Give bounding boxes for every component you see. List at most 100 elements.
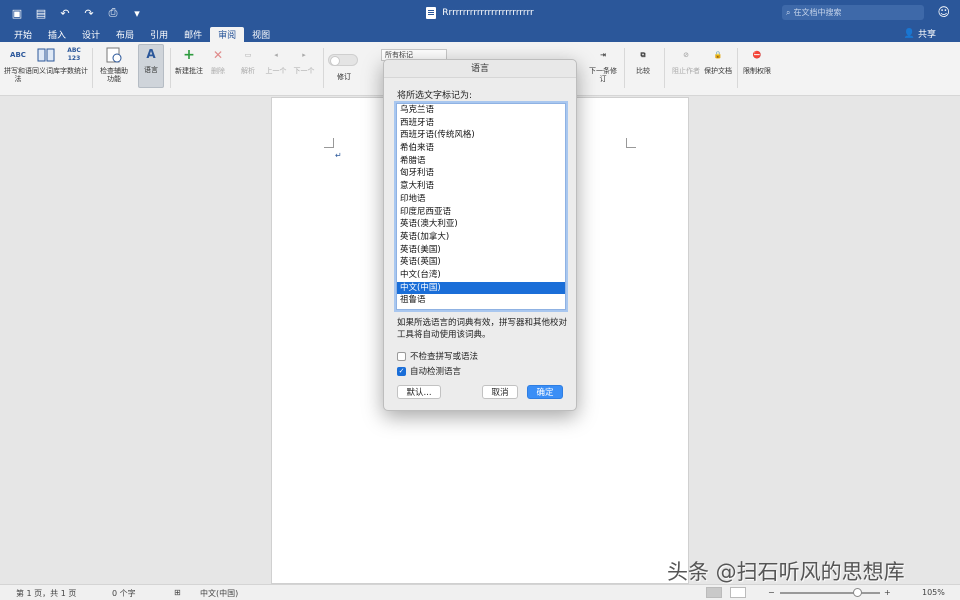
ribbon-tabs: 开始 插入 设计 布局 引用 邮件 审阅 视图 👤 共享	[0, 26, 960, 42]
thesaurus-label: 同义词库	[32, 67, 60, 75]
tab-view[interactable]: 视图	[244, 27, 278, 42]
checkbox-box[interactable]	[397, 351, 406, 361]
language-icon: A	[146, 47, 156, 61]
spelling-grammar-button[interactable]: ABC 拼写和语法	[3, 46, 33, 83]
next-comment-button[interactable]: ▸ 下一个	[289, 46, 319, 75]
zoom-out-icon[interactable]: −	[768, 588, 775, 597]
language-list-item[interactable]: 祖鲁语	[397, 294, 565, 307]
save-icon[interactable]: ▤	[34, 6, 48, 20]
delete-label: 删除	[211, 67, 225, 75]
tab-references[interactable]: 引用	[142, 27, 176, 42]
language-list-item[interactable]: 西班牙语	[397, 117, 565, 130]
spelling-icon: ABC	[10, 51, 26, 59]
tab-home[interactable]: 开始	[6, 27, 40, 42]
search-input[interactable]	[793, 8, 904, 17]
word-count-button[interactable]: ABC 123 字数统计	[59, 46, 89, 75]
ribbon-divider	[170, 48, 171, 88]
status-language[interactable]: 中文(中国)	[200, 588, 238, 599]
search-box[interactable]: ⌕	[782, 5, 924, 20]
language-list-item[interactable]: 印度尼西亚语	[397, 206, 565, 219]
next-change-icon: ⇥	[600, 51, 606, 59]
delete-icon: ✕	[212, 48, 224, 62]
zoom-slider-knob[interactable]	[853, 588, 862, 597]
zoom-level[interactable]: 105%	[922, 588, 945, 597]
language-list-item[interactable]: 印地语	[397, 193, 565, 206]
thesaurus-button[interactable]: 同义词库	[31, 46, 61, 75]
share-button[interactable]: 👤 共享	[904, 27, 936, 41]
previous-label: 上一个	[265, 67, 287, 75]
track-changes-toggle[interactable]	[328, 54, 358, 66]
language-list-item[interactable]: 匈牙利语	[397, 167, 565, 180]
resolve-button[interactable]: ▭ 解析	[233, 46, 263, 75]
language-listbox[interactable]: 乌克兰语 西班牙语 西班牙语(传统风格) 希伯来语 希腊语 匈牙利语 意大利语 印地语 印度尼西…	[396, 103, 566, 310]
customize-toolbar-icon[interactable]: ▾	[130, 6, 144, 20]
word-count-icon: ABC 123	[67, 47, 81, 62]
delete-comment-button[interactable]: ✕ 删除	[203, 46, 233, 75]
feedback-smiley-icon[interactable]: ☺	[937, 5, 950, 19]
language-list-item[interactable]: 中文(中国)	[397, 281, 565, 295]
restrict-permission-button[interactable]: ⛔ 限制权限	[741, 46, 773, 75]
zoom-slider[interactable]	[780, 592, 880, 594]
watermark-text: 头条 @扫石听风的思想库	[667, 560, 905, 584]
print-icon[interactable]: ⎙	[106, 6, 120, 20]
checkbox-box[interactable]: ✓	[397, 366, 406, 376]
previous-comment-button[interactable]: ◂ 上一个	[261, 46, 291, 75]
page-count[interactable]: 第 1 页，共 1 页	[16, 588, 76, 599]
ok-button[interactable]: 确定	[527, 385, 563, 399]
restrict-icon: ⛔	[752, 51, 762, 59]
undo-icon[interactable]: ↶	[58, 6, 72, 20]
block-authors-button[interactable]: ⊘ 阻止作者	[669, 46, 703, 75]
language-list-item[interactable]: 英语(澳大利亚)	[397, 218, 565, 231]
word-count[interactable]: 0 个字	[112, 588, 136, 599]
tab-review[interactable]: 审阅	[210, 27, 245, 42]
status-bar: 第 1 页，共 1 页 0 个字 ⊞ 中文(中国) − + 105%	[0, 584, 960, 600]
ribbon-divider	[664, 48, 665, 88]
dialog-label: 将所选文字标记为:	[397, 91, 473, 101]
language-list-item[interactable]: 意大利语	[397, 180, 565, 193]
language-list-item[interactable]: 西班牙语(传统风格)	[397, 129, 565, 142]
resolve-icon: ▭	[244, 51, 252, 59]
web-layout-view-button[interactable]	[730, 587, 746, 598]
language-list-item[interactable]: 英语(英国)	[397, 256, 565, 269]
redo-icon[interactable]: ↷	[82, 6, 96, 20]
no-spell-check-checkbox[interactable]: 不检查拼写或语法	[397, 350, 478, 362]
language-list-item[interactable]: 乌克兰语	[397, 104, 565, 117]
next-change-label: 下一条修订	[589, 67, 617, 83]
accessibility-icon	[104, 46, 124, 64]
ribbon-divider	[92, 48, 93, 88]
dialog-title: 语言	[384, 60, 576, 78]
sidebar-icon[interactable]: ▣	[10, 6, 24, 20]
resolve-label: 解析	[241, 67, 255, 75]
title-bar: ▣ ▤ ↶ ↷ ⎙ ▾ Rrrrrrrrrrrrrrrrrrrrrrrrr ⌕ …	[0, 0, 960, 26]
language-list-item[interactable]: 英语(美国)	[397, 244, 565, 257]
restrict-label: 限制权限	[743, 67, 771, 75]
tab-mailings[interactable]: 邮件	[176, 27, 210, 42]
zoom-in-icon[interactable]: +	[884, 588, 891, 597]
accessibility-button[interactable]: 检查辅助功能	[97, 46, 131, 83]
language-list-item[interactable]: 中文(台湾)	[397, 269, 565, 282]
proofing-icon[interactable]: ⊞	[174, 588, 181, 597]
tab-layout[interactable]: 布局	[108, 27, 142, 42]
word-doc-icon	[426, 7, 437, 19]
next-change-button[interactable]: ⇥ 下一条修订	[588, 46, 618, 83]
language-list-item[interactable]: 英语(加拿大)	[397, 231, 565, 244]
new-comment-button[interactable]: + 新建批注	[174, 46, 204, 75]
protect-document-button[interactable]: 🔒 保护文档	[703, 46, 733, 75]
language-list-item[interactable]: 希腊语	[397, 155, 565, 168]
language-button[interactable]: A 语言	[138, 44, 164, 88]
book-icon	[36, 46, 56, 64]
cancel-button[interactable]: 取消	[482, 385, 518, 399]
tab-design[interactable]: 设计	[74, 27, 108, 42]
block-authors-label: 阻止作者	[672, 67, 700, 75]
tab-insert[interactable]: 插入	[40, 27, 74, 42]
language-list-item[interactable]: 希伯来语	[397, 142, 565, 155]
paragraph-mark-icon: ↵	[335, 151, 342, 160]
print-layout-view-button[interactable]	[706, 587, 722, 598]
previous-icon: ◂	[274, 51, 278, 59]
share-label: 共享	[917, 30, 936, 40]
compare-button[interactable]: ⧉ 比较	[628, 46, 658, 75]
auto-detect-language-checkbox[interactable]: ✓ 自动检测语言	[397, 365, 461, 377]
default-button[interactable]: 默认...	[397, 385, 441, 399]
accessibility-label: 检查辅助功能	[100, 67, 128, 83]
document-title-text: Rrrrrrrrrrrrrrrrrrrrrrrrr	[442, 8, 534, 18]
